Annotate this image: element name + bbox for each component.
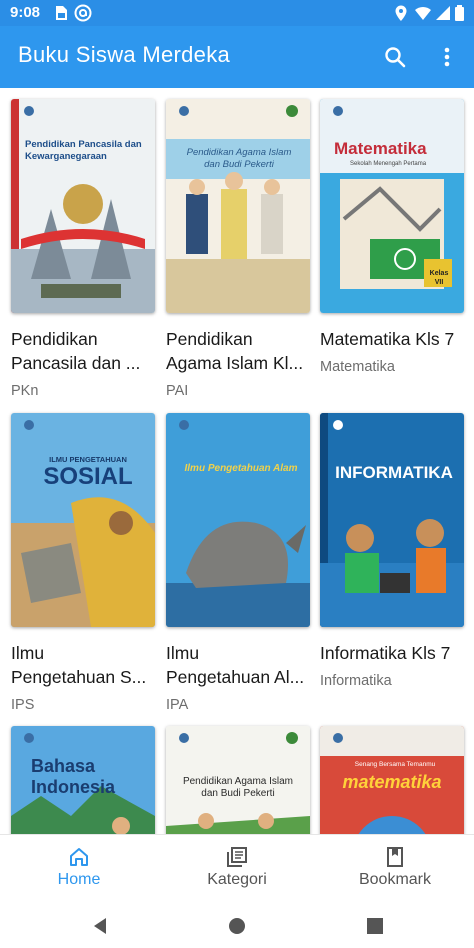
book-category: Informatika bbox=[320, 673, 392, 689]
book-cover[interactable]: Pendidikan Agama Islam dan Budi Pekerti bbox=[166, 726, 310, 834]
book-card-informatika[interactable]: INFORMATIKA Informatika Kls 7 Informatik… bbox=[320, 413, 464, 703]
signal-icon bbox=[434, 4, 452, 22]
book-cover[interactable]: Matematika Sekolah Menengah Pertama Kela… bbox=[320, 99, 464, 313]
cover-title: Ilmu Pengetahuan Alam bbox=[184, 463, 298, 474]
sim-card-icon bbox=[52, 4, 70, 22]
book-card-bahasa-indonesia[interactable]: Bahasa Indonesia bbox=[11, 726, 155, 834]
app-title: Buku Siswa Merdeka bbox=[18, 42, 231, 67]
cover-title: Matematika bbox=[334, 139, 427, 158]
book-card-ipa[interactable]: Ilmu Pengetahuan Alam Ilmu Pengetahuan A… bbox=[166, 413, 310, 713]
book-category: IPA bbox=[166, 697, 189, 713]
cover-title: Bahasa Indonesia bbox=[31, 756, 116, 797]
home-icon bbox=[67, 845, 91, 869]
cover-badge: Kelas VII bbox=[429, 270, 449, 286]
book-card-pkn[interactable]: Pendidikan Pancasila dan Kewarganegaraan… bbox=[11, 99, 155, 399]
location-icon bbox=[392, 4, 410, 22]
book-cover[interactable]: Ilmu Pengetahuan Alam bbox=[166, 413, 310, 627]
home-circle-icon[interactable] bbox=[225, 914, 249, 938]
back-triangle-icon[interactable] bbox=[89, 914, 113, 938]
cover-title: SOSIAL bbox=[43, 463, 133, 490]
cover-title: Pendidikan Pancasila dan Kewarganegaraan bbox=[25, 139, 142, 162]
circle-a-icon bbox=[74, 4, 92, 22]
book-title: Pendidikan Agama Islam Kl... bbox=[166, 329, 304, 373]
book-title: Informatika Kls 7 bbox=[320, 643, 451, 663]
nav-bookmark[interactable]: Bookmark bbox=[316, 835, 474, 905]
library-books-icon bbox=[225, 845, 249, 869]
book-card-pai[interactable]: Pendidikan Agama Islam dan Budi Pekerti … bbox=[166, 99, 310, 399]
cover-title: Pendidikan Agama Islam dan Budi Pekerti bbox=[182, 776, 294, 799]
cover-subtitle: Senang Bersama Temanmu bbox=[354, 761, 436, 768]
book-cover[interactable]: Pendidikan Agama Islam dan Budi Pekerti bbox=[166, 99, 310, 313]
book-cover[interactable]: Pendidikan Pancasila dan Kewarganegaraan bbox=[11, 99, 155, 313]
book-title: Pendidikan Pancasila dan ... bbox=[11, 329, 141, 373]
wifi-icon bbox=[414, 4, 432, 22]
bottom-navigation: Home Kategori Bookmark bbox=[0, 834, 474, 904]
cover-subtitle: Sekolah Menengah Pertama bbox=[350, 161, 427, 167]
book-title: Ilmu Pengetahuan Al... bbox=[166, 643, 305, 687]
book-grid: Pendidikan Pancasila dan Kewarganegaraan… bbox=[0, 88, 474, 834]
book-card-pai-2[interactable]: Pendidikan Agama Islam dan Budi Pekerti bbox=[166, 726, 310, 834]
status-time: 9:08 bbox=[10, 4, 41, 21]
nav-kategori[interactable]: Kategori bbox=[158, 835, 316, 905]
more-vert-icon[interactable] bbox=[430, 40, 464, 74]
book-card-ips[interactable]: ILMU PENGETAHUAN SOSIAL Ilmu Pengetahuan… bbox=[11, 413, 155, 713]
nav-home[interactable]: Home bbox=[0, 835, 158, 905]
book-cover[interactable]: Bahasa Indonesia bbox=[11, 726, 155, 834]
recents-square-icon[interactable] bbox=[363, 914, 387, 938]
book-category: IPS bbox=[11, 697, 35, 713]
system-navigation-bar bbox=[0, 904, 474, 948]
battery-icon bbox=[454, 4, 466, 22]
book-title: Ilmu Pengetahuan S... bbox=[11, 643, 147, 687]
book-title: Matematika Kls 7 bbox=[320, 329, 455, 349]
nav-home-label: Home bbox=[57, 871, 101, 888]
cover-title: Pendidikan Agama Islam dan Budi Pekerti bbox=[186, 147, 292, 170]
book-cover[interactable]: ILMU PENGETAHUAN SOSIAL bbox=[11, 413, 155, 627]
cover-title: INFORMATIKA bbox=[335, 463, 453, 482]
nav-bookmark-label: Bookmark bbox=[358, 871, 432, 888]
book-card-matematika-2[interactable]: Senang Bersama Temanmu matematika bbox=[320, 726, 464, 834]
book-category: Matematika bbox=[320, 359, 395, 375]
cover-title: matematika bbox=[342, 772, 442, 792]
nav-kategori-label: Kategori bbox=[207, 871, 267, 888]
search-icon[interactable] bbox=[378, 40, 412, 74]
book-cover[interactable]: INFORMATIKA bbox=[320, 413, 464, 627]
book-card-matematika[interactable]: Matematika Sekolah Menengah Pertama Kela… bbox=[320, 99, 464, 389]
app-bar: Buku Siswa Merdeka bbox=[0, 26, 474, 88]
book-cover[interactable]: Senang Bersama Temanmu matematika bbox=[320, 726, 464, 834]
book-category: PAI bbox=[166, 383, 189, 399]
book-category: PKn bbox=[11, 383, 39, 399]
status-bar: 9:08 bbox=[0, 0, 474, 26]
bookmark-icon bbox=[383, 845, 407, 869]
